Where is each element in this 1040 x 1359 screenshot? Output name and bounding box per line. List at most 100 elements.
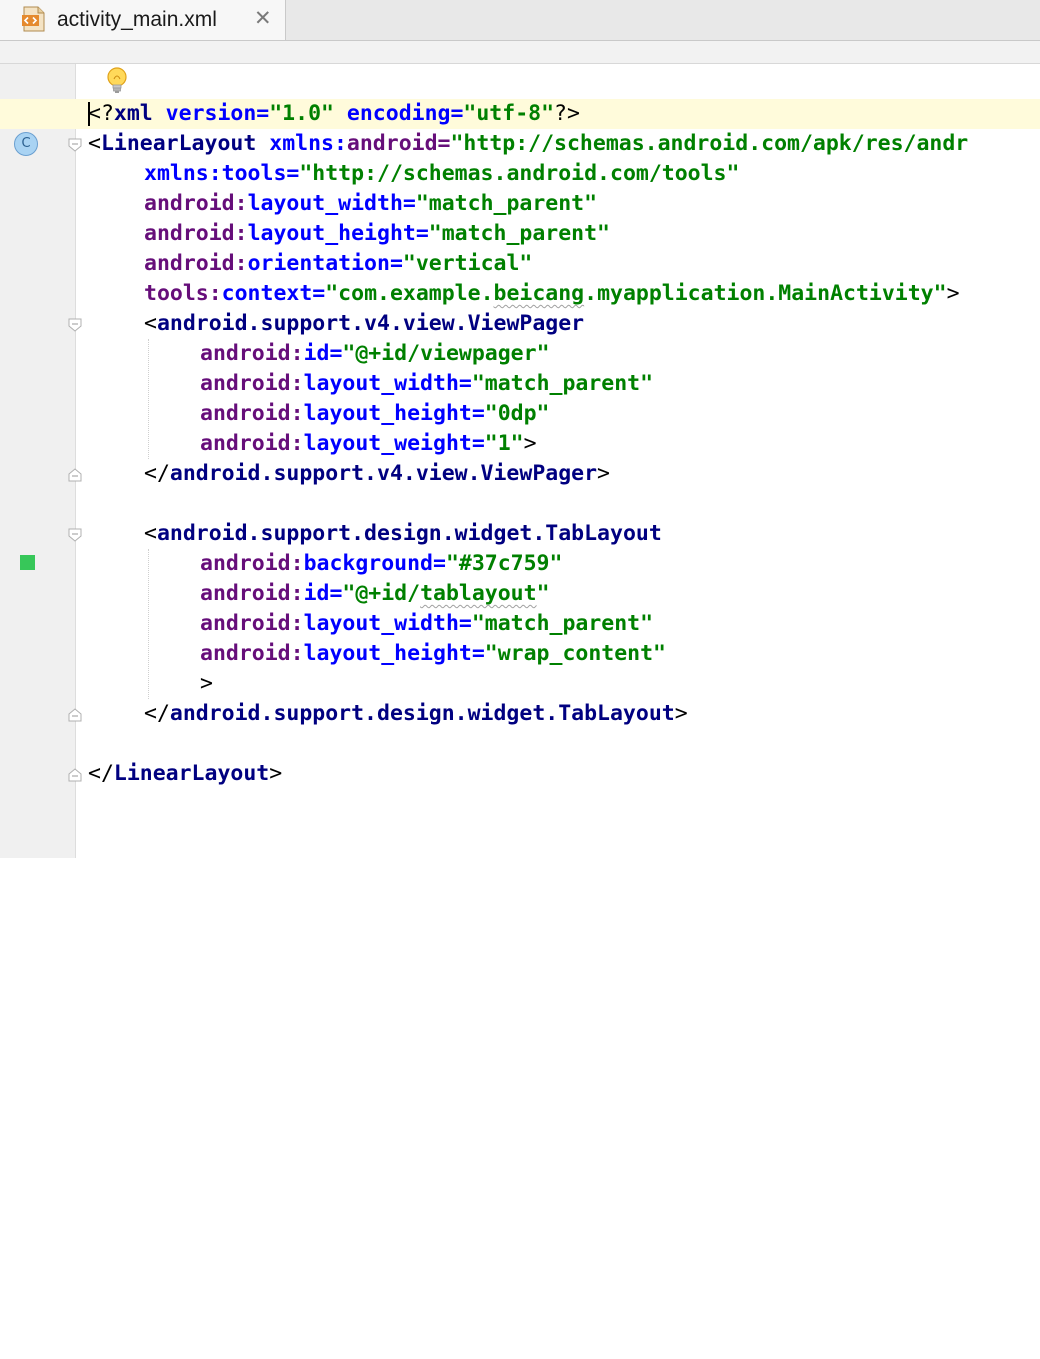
attr-name: encoding= [333, 101, 464, 126]
code-line: </android.support.v4.view.ViewPager> [144, 459, 610, 489]
code-line: android:layout_width="match_parent" [144, 189, 597, 219]
attr-namespace: android: [200, 371, 304, 396]
bracket: < [144, 521, 157, 546]
tab-title: activity_main.xml [57, 8, 217, 31]
code-line: android:background="#37c759" [200, 549, 562, 579]
attr-value: "http://schemas.android.com/apk/res/andr [450, 131, 969, 156]
attr-name: context= [221, 281, 326, 306]
code-line: </android.support.design.widget.TabLayou… [144, 699, 688, 729]
code-line: android:id="@+id/tablayout" [200, 579, 550, 609]
bracket: > [269, 761, 283, 786]
attr-value: "@+id/viewpager" [342, 341, 550, 366]
code-line: android:layout_height="0dp" [200, 399, 550, 429]
code-line: android:layout_height="wrap_content" [200, 639, 666, 669]
bracket: </ [144, 461, 170, 486]
attr-value: "1.0" [269, 101, 334, 126]
attr-name: layout_weight= [303, 431, 485, 456]
code-line: <LinearLayout xmlns:android="http://sche… [88, 129, 968, 159]
tag-name: android.support.design.widget.TabLayout [169, 701, 675, 726]
attr-value: "utf-8" [463, 101, 555, 126]
text-caret [88, 102, 90, 126]
attr-name: layout_width= [247, 191, 416, 216]
bracket: > [200, 671, 213, 696]
attr-value: "1" [484, 431, 524, 456]
attr-value: "match_parent" [471, 371, 654, 396]
attr-name: layout_width= [303, 611, 472, 636]
typo-highlight: tablayout [420, 581, 537, 606]
bracket: < [88, 131, 101, 156]
attr-name: background= [303, 551, 446, 576]
code-line: <android.support.design.widget.TabLayout [144, 519, 662, 549]
code-line: android:layout_width="match_parent" [200, 369, 653, 399]
attr-value: " [536, 581, 550, 606]
attr-value: "@+id/ [342, 581, 421, 606]
attr-namespace: android: [144, 191, 248, 216]
tag-name: android.support.design.widget.TabLayout [156, 521, 662, 546]
attr-value: "vertical" [402, 251, 533, 276]
xml-decl-tag: xml [113, 101, 153, 126]
attr-value: "com.example. [325, 281, 494, 306]
attr-namespace: android: [144, 221, 248, 246]
xml-decl-close: ?> [554, 101, 580, 126]
attr-value: "0dp" [484, 401, 550, 426]
attr-namespace: android: [200, 641, 304, 666]
attr-namespace: xmlns: [269, 131, 347, 156]
attr-value: "#37c759" [445, 551, 563, 576]
attr-name: layout_height= [303, 641, 485, 666]
attr-name: orientation= [247, 251, 403, 276]
bracket: > [674, 701, 688, 726]
attr-value: "wrap_content" [484, 641, 666, 666]
attr-value: "match_parent" [471, 611, 654, 636]
editor-tab-bar: activity_main.xml ✕ [0, 0, 1040, 41]
attr-namespace: android: [200, 551, 304, 576]
code-line: android:layout_width="match_parent" [200, 609, 653, 639]
attr-name: layout_height= [247, 221, 429, 246]
xml-file-icon [22, 6, 45, 32]
code-line: > [200, 669, 213, 699]
typo-highlight: beicang [493, 281, 585, 306]
attr-name: id= [303, 341, 343, 366]
code-content[interactable]: <?xml version="1.0" encoding="utf-8"?> <… [0, 99, 1040, 1359]
code-line: android:layout_height="match_parent" [144, 219, 610, 249]
attr-namespace: android: [144, 251, 248, 276]
attr-namespace: android: [200, 341, 304, 366]
bracket: </ [144, 701, 170, 726]
attr-value: "match_parent" [415, 191, 598, 216]
code-line: android:layout_weight="1"> [200, 429, 537, 459]
attr-namespace: android: [200, 401, 304, 426]
code-line: android:orientation="vertical" [144, 249, 532, 279]
attr-value: "http://schemas.android.com/tools" [299, 161, 740, 186]
bracket: > [946, 281, 960, 306]
attr-namespace: android: [200, 581, 304, 606]
attr-namespace: tools: [144, 281, 222, 306]
attr-namespace: android: [200, 611, 304, 636]
close-icon[interactable]: ✕ [254, 6, 272, 31]
attr-name: version= [152, 101, 270, 126]
xml-decl-open: <? [88, 101, 114, 126]
attr-name: layout_width= [303, 371, 472, 396]
code-line: <?xml version="1.0" encoding="utf-8"?> [88, 99, 580, 129]
attr-name: layout_height= [303, 401, 485, 426]
code-line: xmlns:tools="http://schemas.android.com/… [144, 159, 739, 189]
code-line: tools:context="com.example.beicang.myapp… [144, 279, 960, 309]
editor-header-strip [0, 41, 1040, 64]
attr-value: .myapplication.MainActivity" [584, 281, 947, 306]
tab-activity-main-xml[interactable]: activity_main.xml ✕ [0, 0, 286, 40]
code-line: </LinearLayout> [88, 759, 282, 789]
bracket: > [597, 461, 610, 486]
attr-namespace: xmlns: [144, 161, 222, 186]
code-line: <android.support.v4.view.ViewPager [144, 309, 584, 339]
attr-value: "match_parent" [428, 221, 610, 246]
attr-namespace: android: [200, 431, 304, 456]
bracket: > [523, 431, 537, 456]
tag-name: LinearLayout [100, 131, 257, 156]
lightbulb-icon[interactable] [104, 66, 130, 96]
tag-name: android.support.v4.view.ViewPager [156, 311, 585, 336]
attr-name: id= [303, 581, 343, 606]
bracket: </ [88, 761, 114, 786]
code-line: android:id="@+id/viewpager" [200, 339, 550, 369]
attr-name: android= [346, 131, 451, 156]
attr-name: tools= [221, 161, 300, 186]
bracket: < [144, 311, 157, 336]
